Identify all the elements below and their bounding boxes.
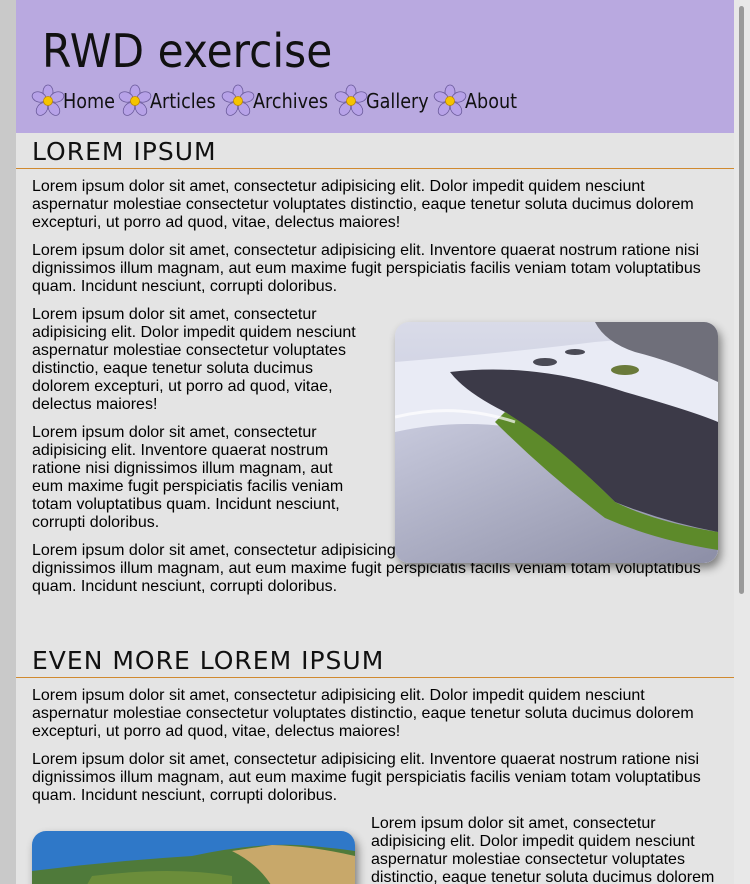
paragraph: Lorem ipsum dolor sit amet, consectetur … <box>32 687 694 740</box>
flower-icon <box>433 84 467 116</box>
flower-icon <box>334 84 368 116</box>
beach-rocks-image <box>395 322 718 563</box>
nav-archives[interactable]: Archives <box>221 84 330 118</box>
paragraph: Lorem ipsum dolor sit amet, consectetur … <box>32 306 356 413</box>
section-even-more-lorem-ipsum: EVEN MORE LOREM IPSUM Lorem ipsum dolor … <box>16 646 734 884</box>
nav-label: Archives <box>252 89 328 113</box>
paragraph: Lorem ipsum dolor sit amet, consectetur … <box>32 242 701 295</box>
nav-label: About <box>465 89 518 113</box>
paragraph: Lorem ipsum dolor sit amet, consectetur … <box>32 424 344 531</box>
nav-gallery[interactable]: Gallery <box>334 84 429 118</box>
site-header: RWD exercise Home Articles Archives Gall… <box>16 0 734 133</box>
nav-home[interactable]: Home <box>31 84 115 118</box>
nav-about[interactable]: About <box>433 84 518 118</box>
main-nav: Home Articles Archives Gallery About <box>31 84 518 118</box>
nav-articles[interactable]: Articles <box>118 84 217 118</box>
paragraph: Lorem ipsum dolor sit amet, consectetur … <box>371 815 715 884</box>
flower-icon <box>118 84 152 116</box>
hill-photo <box>32 831 355 884</box>
flower-icon <box>31 84 65 116</box>
site-title: RWD exercise <box>42 24 333 78</box>
nav-label: Articles <box>150 89 216 113</box>
page-margin <box>0 0 16 884</box>
section-lorem-ipsum: LOREM IPSUM Lorem ipsum dolor sit amet, … <box>16 137 734 596</box>
flower-icon <box>221 84 254 116</box>
section-heading: EVEN MORE LOREM IPSUM <box>16 646 734 678</box>
page: RWD exercise Home Articles Archives Gall… <box>16 0 734 884</box>
hillside-image <box>32 831 355 884</box>
scrollbar-thumb[interactable] <box>739 6 744 594</box>
scrollbar[interactable] <box>734 0 750 884</box>
paragraph: Lorem ipsum dolor sit amet, consectetur … <box>32 178 694 231</box>
beach-photo <box>395 322 718 563</box>
nav-label: Home <box>63 89 115 113</box>
paragraph: Lorem ipsum dolor sit amet, consectetur … <box>32 751 701 804</box>
section-heading: LOREM IPSUM <box>16 137 734 169</box>
nav-label: Gallery <box>365 89 429 113</box>
float-text-column: Lorem ipsum dolor sit amet, consectetur … <box>16 306 362 532</box>
